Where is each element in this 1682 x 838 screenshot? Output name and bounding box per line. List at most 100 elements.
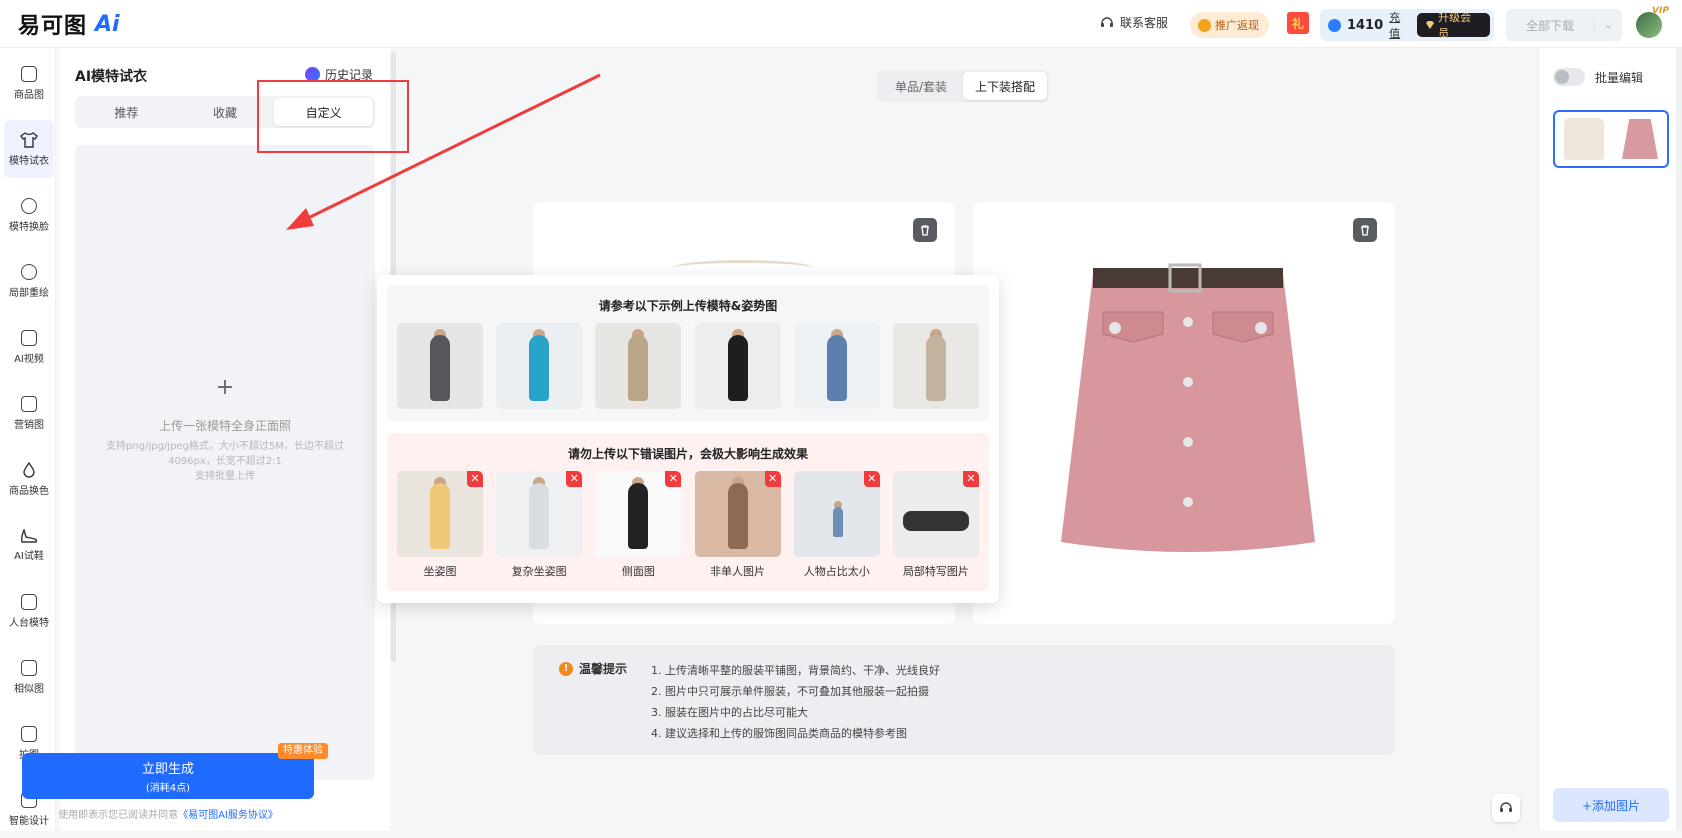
download-all-button[interactable]: 全部下载 ⌄ xyxy=(1506,9,1622,41)
upgrade-vip-label: 升级会员 xyxy=(1438,11,1472,40)
face-swap-icon xyxy=(21,197,37,214)
rail-item-product-image[interactable]: 商品图 xyxy=(4,54,54,112)
trash-icon xyxy=(921,225,929,236)
close-icon: ✕ xyxy=(566,471,583,487)
delete-bottom-button[interactable] xyxy=(1353,218,1377,242)
similar-image-icon xyxy=(21,659,37,676)
good-example-image[interactable] xyxy=(892,323,979,409)
bad-example-image[interactable]: ✕ xyxy=(496,471,583,557)
bad-example-label: 侧面图 xyxy=(621,565,655,578)
upload-batch-hint: 支持批量上传 xyxy=(195,471,255,482)
good-example-image[interactable] xyxy=(694,323,781,409)
contact-support-link[interactable]: 联系客服 xyxy=(1100,14,1168,31)
generate-label: 立即生成 xyxy=(141,762,194,777)
plus-icon: + xyxy=(215,375,235,400)
bad-example-image[interactable]: ✕ xyxy=(694,471,781,557)
outfit-mode-tabs: 单品/套装 上下装搭配 xyxy=(877,70,1049,102)
panel-title: AI模特试衣 xyxy=(75,69,148,85)
annotation-highlight-box xyxy=(257,80,409,153)
good-example-image[interactable] xyxy=(595,323,682,409)
outfit-thumbnail[interactable] xyxy=(1553,110,1669,168)
rail-item-ai-video[interactable]: AI视频 xyxy=(4,318,54,376)
promo-cashback-label: 推广返现 xyxy=(1215,19,1259,32)
headset-icon xyxy=(1101,16,1113,27)
good-examples-title: 请参考以下示例上传模特&姿势图 xyxy=(598,299,778,313)
bad-example-label: 非单人图片 xyxy=(710,565,766,578)
top-garment-image xyxy=(673,260,813,276)
rail-item-label: 人台模特 xyxy=(9,617,49,629)
rail-item-label: AI试鞋 xyxy=(14,550,44,562)
bad-example: ✕ 坐姿图 xyxy=(397,471,483,579)
trash-icon xyxy=(1361,225,1369,236)
brand-logo[interactable]: 易可图 Ai xyxy=(18,10,120,40)
rail-item-label: 商品换色 xyxy=(9,485,49,497)
headset-icon xyxy=(1500,802,1512,812)
rail-item-ai-shoe[interactable]: AI试鞋 xyxy=(4,516,54,574)
bad-example-image[interactable]: ✕ xyxy=(892,471,979,557)
tool-rail: 商品图 模特试衣 模特换脸 局部重绘 AI视频 营销图 商品换色 AI试鞋 人台… xyxy=(0,48,56,831)
ai-video-icon xyxy=(21,329,37,346)
good-examples-section: 请参考以下示例上传模特&姿势图 xyxy=(387,285,989,421)
points-icon xyxy=(1328,18,1341,32)
good-example-image[interactable] xyxy=(397,323,483,409)
model-upload-dropzone[interactable]: + 上传一张模特全身正面照 支持png/jpg/jpeg格式，大小不超过5M，长… xyxy=(75,145,375,780)
expand-image-icon xyxy=(21,725,37,742)
bad-example-image[interactable]: ✕ xyxy=(595,471,682,557)
bad-example: ✕ 复杂坐姿图 xyxy=(496,471,583,579)
generate-button[interactable]: 立即生成 (消耗4点) xyxy=(22,753,314,799)
good-example-image[interactable] xyxy=(793,323,880,409)
agreement-link[interactable]: 《易可图AI服务协议》 xyxy=(178,810,278,821)
tips-header: ! 温馨提示 xyxy=(559,660,627,677)
add-image-button[interactable]: +添加图片 xyxy=(1553,788,1669,822)
rail-item-label: 模特试衣 xyxy=(9,155,49,167)
floating-support-button[interactable] xyxy=(1492,794,1520,822)
tryon-panel: AI模特试衣 历史记录 推荐 收藏 自定义 + 上传一张模特全身正面照 支持pn… xyxy=(60,48,390,831)
tshirt-icon xyxy=(20,131,38,148)
rail-item-mannequin[interactable]: 人台模特 xyxy=(4,582,54,640)
tips-box: ! 温馨提示 1. 上传清晰平整的服装平铺图，背景简约、干净、光线良好 2. 图… xyxy=(533,645,1395,755)
bad-example-image[interactable]: ✕ xyxy=(793,471,880,557)
tab-recommended[interactable]: 推荐 xyxy=(77,98,176,126)
close-icon: ✕ xyxy=(863,471,880,487)
right-scrollbar[interactable] xyxy=(1676,48,1682,831)
rail-item-model-tryon[interactable]: 模特试衣 xyxy=(4,120,54,178)
batch-edit-label: 批量编辑 xyxy=(1595,70,1644,85)
bad-example-label: 人物占比太小 xyxy=(803,565,870,578)
agreement-text: 使用即表示您已阅读并同意《易可图AI服务协议》 xyxy=(22,806,314,821)
bad-example-label: 复杂坐姿图 xyxy=(511,565,567,578)
top-bar: 易可图 Ai 联系客服 推广返现 礼 1410 充值 升级会员 全部下载 ⌄ V… xyxy=(0,0,1682,48)
thumbnail-skirt-image xyxy=(1622,119,1658,159)
brand-ai-mark: Ai xyxy=(95,11,120,37)
close-icon: ✕ xyxy=(665,471,682,487)
download-all-label: 全部下载 xyxy=(1525,18,1574,33)
rail-item-label: AI视频 xyxy=(14,353,44,365)
rail-item-partial-redraw[interactable]: 局部重绘 xyxy=(4,252,54,310)
rail-item-recolor[interactable]: 商品换色 xyxy=(4,450,54,508)
upload-hint: 支持png/jpg/jpeg格式，大小不超过5M，长边不超过4096px，长宽不… xyxy=(95,439,355,484)
rail-item-similar[interactable]: 相似图 xyxy=(4,648,54,706)
coin-icon xyxy=(1198,18,1211,32)
rail-item-label: 模特换脸 xyxy=(9,221,49,233)
upgrade-vip-button[interactable]: 升级会员 xyxy=(1417,11,1490,40)
rail-item-label: 营销图 xyxy=(14,419,44,431)
right-panel: 批量编辑 +添加图片 xyxy=(1538,48,1682,831)
mannequin-icon xyxy=(21,593,37,610)
rail-item-label: 商品图 xyxy=(14,89,44,101)
delete-top-button[interactable] xyxy=(913,218,937,242)
good-example-image[interactable] xyxy=(496,323,583,409)
tab-top-bottom[interactable]: 上下装搭配 xyxy=(963,72,1047,100)
batch-edit-toggle[interactable] xyxy=(1553,68,1585,86)
recharge-link[interactable]: 充值 xyxy=(1389,9,1411,41)
chevron-down-icon[interactable]: ⌄ xyxy=(1594,19,1622,31)
tips-list: 1. 上传清晰平整的服装平铺图，背景简约、干净、光线良好 2. 图片中只可展示单… xyxy=(651,660,940,744)
rail-item-label: 局部重绘 xyxy=(9,287,49,299)
tab-single-set[interactable]: 单品/套装 xyxy=(879,72,963,100)
good-examples-row xyxy=(397,323,979,409)
bottom-garment-card xyxy=(973,202,1395,624)
gift-icon[interactable]: 礼 xyxy=(1287,12,1309,34)
rail-item-marketing[interactable]: 营销图 xyxy=(4,384,54,442)
shoe-icon xyxy=(21,528,38,543)
promo-cashback-button[interactable]: 推广返现 xyxy=(1190,12,1269,38)
rail-item-face-swap[interactable]: 模特换脸 xyxy=(4,186,54,244)
bad-example-image[interactable]: ✕ xyxy=(397,471,483,557)
